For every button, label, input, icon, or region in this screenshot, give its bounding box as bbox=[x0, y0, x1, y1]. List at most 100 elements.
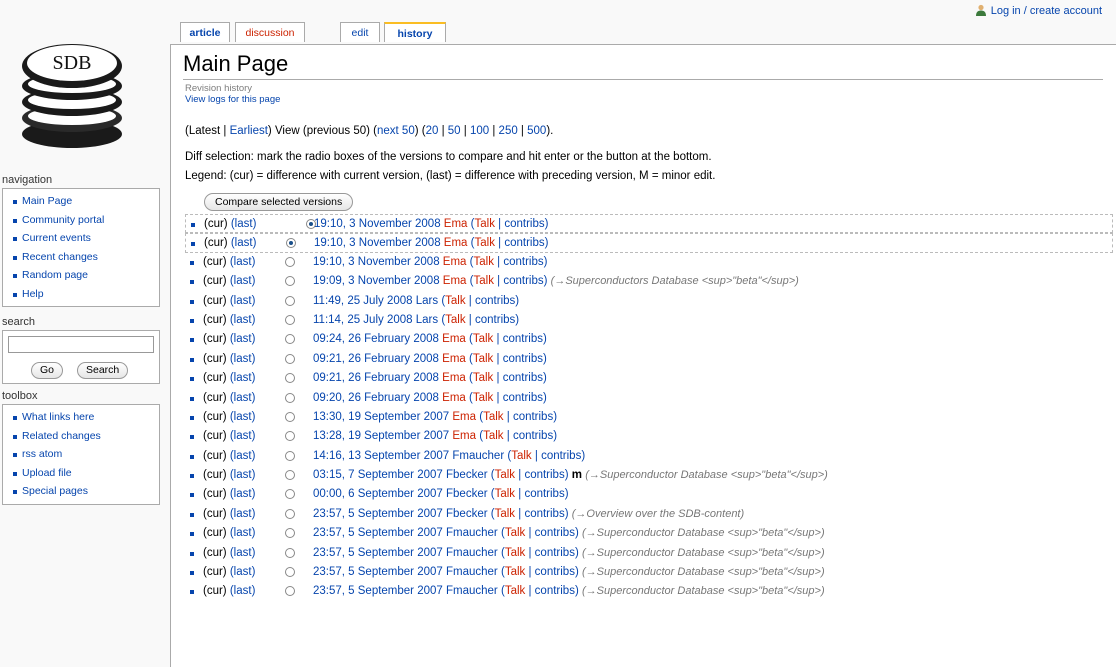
limit-50-link[interactable]: 50 bbox=[448, 125, 461, 137]
search-input[interactable] bbox=[8, 336, 154, 353]
user-link[interactable]: Fbecker bbox=[446, 469, 488, 481]
contribs-link[interactable]: contribs bbox=[535, 566, 575, 578]
sidebar-tool-item[interactable]: What links here bbox=[13, 408, 159, 427]
revision-date-link[interactable]: 23:57, 5 September 2007 bbox=[313, 585, 443, 597]
talk-link[interactable]: Talk bbox=[473, 353, 493, 365]
user-link[interactable]: Lars bbox=[416, 295, 438, 307]
user-link[interactable]: Ema bbox=[452, 430, 476, 442]
user-link[interactable]: Ema bbox=[452, 411, 476, 423]
go-button[interactable]: Go bbox=[31, 362, 64, 379]
contribs-link[interactable]: contribs bbox=[503, 353, 543, 365]
user-link[interactable]: Fmaucher bbox=[446, 547, 498, 559]
user-link[interactable]: Ema bbox=[443, 275, 467, 287]
talk-link[interactable]: Talk bbox=[474, 256, 494, 268]
limit-250-link[interactable]: 250 bbox=[499, 125, 518, 137]
last-link[interactable]: (last) bbox=[230, 566, 256, 578]
sidebar-nav-item[interactable]: Current events bbox=[13, 229, 159, 248]
last-link[interactable]: (last) bbox=[230, 508, 256, 520]
revision-date-link[interactable]: 23:57, 5 September 2007 bbox=[313, 547, 443, 559]
last-link[interactable]: (last) bbox=[230, 392, 256, 404]
last-link[interactable]: (last) bbox=[230, 411, 256, 423]
last-link[interactable]: (last) bbox=[230, 585, 256, 597]
sidebar-nav-item[interactable]: Main Page bbox=[13, 192, 159, 211]
diff-radio[interactable] bbox=[285, 256, 295, 267]
contribs-link[interactable]: contribs bbox=[504, 218, 544, 230]
revision-date-link[interactable]: 13:30, 19 September 2007 bbox=[313, 411, 449, 423]
sidebar-nav-item[interactable]: Recent changes bbox=[13, 248, 159, 267]
last-link[interactable]: (last) bbox=[230, 333, 256, 345]
contribs-link[interactable]: contribs bbox=[524, 508, 564, 520]
login-link[interactable]: Log in / create account bbox=[991, 5, 1102, 17]
sidebar-nav-item[interactable]: Community portal bbox=[13, 211, 159, 230]
revision-date-link[interactable]: 13:28, 19 September 2007 bbox=[313, 430, 449, 442]
contribs-link[interactable]: contribs bbox=[503, 392, 543, 404]
contribs-link[interactable]: contribs bbox=[535, 527, 575, 539]
revision-date-link[interactable]: 19:10, 3 November 2008 bbox=[314, 218, 441, 230]
contribs-link[interactable]: contribs bbox=[535, 585, 575, 597]
revision-date-link[interactable]: 00:00, 6 September 2007 bbox=[313, 488, 443, 500]
limit-500-link[interactable]: 500 bbox=[527, 125, 546, 137]
sidebar-tool-item[interactable]: Upload file bbox=[13, 464, 159, 483]
diff-radio[interactable] bbox=[285, 373, 295, 384]
revision-date-link[interactable]: 14:16, 13 September 2007 bbox=[313, 450, 449, 462]
contribs-link[interactable]: contribs bbox=[503, 333, 543, 345]
contribs-link[interactable]: contribs bbox=[475, 295, 515, 307]
talk-link[interactable]: Talk bbox=[473, 392, 493, 404]
talk-link[interactable]: Talk bbox=[495, 488, 515, 500]
diff-radio[interactable] bbox=[285, 334, 295, 345]
diff-radio[interactable] bbox=[285, 295, 295, 306]
talk-link[interactable]: Talk bbox=[445, 314, 465, 326]
diff-radio[interactable] bbox=[285, 314, 295, 325]
user-link[interactable]: Ema bbox=[443, 256, 467, 268]
diff-radio[interactable] bbox=[285, 431, 295, 442]
diff-radio[interactable] bbox=[285, 411, 295, 422]
talk-link[interactable]: Talk bbox=[505, 547, 525, 559]
contribs-link[interactable]: contribs bbox=[513, 411, 553, 423]
user-link[interactable]: Fmaucher bbox=[446, 527, 498, 539]
revision-date-link[interactable]: 09:21, 26 February 2008 bbox=[313, 372, 439, 384]
last-link[interactable]: (last) bbox=[230, 372, 256, 384]
contribs-link[interactable]: contribs bbox=[504, 237, 544, 249]
sidebar-tool-item[interactable]: Related changes bbox=[13, 427, 159, 446]
revision-date-link[interactable]: 09:24, 26 February 2008 bbox=[313, 333, 439, 345]
revision-date-link[interactable]: 19:10, 3 November 2008 bbox=[313, 256, 440, 268]
revision-date-link[interactable]: 23:57, 5 September 2007 bbox=[313, 508, 443, 520]
user-link[interactable]: Ema bbox=[444, 237, 468, 249]
contribs-link[interactable]: contribs bbox=[535, 547, 575, 559]
compare-versions-button[interactable]: Compare selected versions bbox=[204, 193, 354, 211]
talk-link[interactable]: Talk bbox=[474, 275, 494, 287]
diff-radio[interactable] bbox=[285, 489, 295, 500]
last-link[interactable]: (last) bbox=[230, 450, 256, 462]
talk-link[interactable]: Talk bbox=[473, 333, 493, 345]
revision-date-link[interactable]: 11:49, 25 July 2008 bbox=[313, 295, 413, 307]
user-link[interactable]: Ema bbox=[442, 353, 466, 365]
talk-link[interactable]: Talk bbox=[505, 585, 525, 597]
limit-20-link[interactable]: 20 bbox=[426, 125, 439, 137]
diff-radio[interactable] bbox=[285, 392, 295, 403]
talk-link[interactable]: Talk bbox=[445, 295, 465, 307]
talk-link[interactable]: Talk bbox=[483, 430, 503, 442]
last-link[interactable]: (last) bbox=[230, 430, 256, 442]
user-link[interactable]: Fmaucher bbox=[452, 450, 504, 462]
user-link[interactable]: Fmaucher bbox=[446, 566, 498, 578]
talk-link[interactable]: Talk bbox=[495, 469, 515, 481]
sidebar-tool-item[interactable]: Special pages bbox=[13, 482, 159, 501]
talk-link[interactable]: Talk bbox=[495, 508, 515, 520]
diff-radio[interactable] bbox=[285, 450, 295, 461]
talk-link[interactable]: Talk bbox=[473, 372, 493, 384]
revision-date-link[interactable]: 19:10, 3 November 2008 bbox=[314, 237, 441, 249]
diff-radio[interactable] bbox=[285, 567, 295, 578]
user-link[interactable]: Fmaucher bbox=[446, 585, 498, 597]
revision-date-link[interactable]: 09:21, 26 February 2008 bbox=[313, 353, 439, 365]
contribs-link[interactable]: contribs bbox=[503, 256, 543, 268]
last-link[interactable]: (last) bbox=[230, 527, 256, 539]
talk-link[interactable]: Talk bbox=[475, 218, 495, 230]
last-link[interactable]: (last) bbox=[230, 469, 256, 481]
diff-radio[interactable] bbox=[285, 547, 295, 558]
last-link[interactable]: (last) bbox=[230, 295, 256, 307]
user-link[interactable]: Lars bbox=[416, 314, 438, 326]
revision-date-link[interactable]: 23:57, 5 September 2007 bbox=[313, 566, 443, 578]
diff-radio[interactable] bbox=[285, 586, 295, 597]
user-link[interactable]: Ema bbox=[442, 372, 466, 384]
user-link[interactable]: Ema bbox=[442, 333, 466, 345]
